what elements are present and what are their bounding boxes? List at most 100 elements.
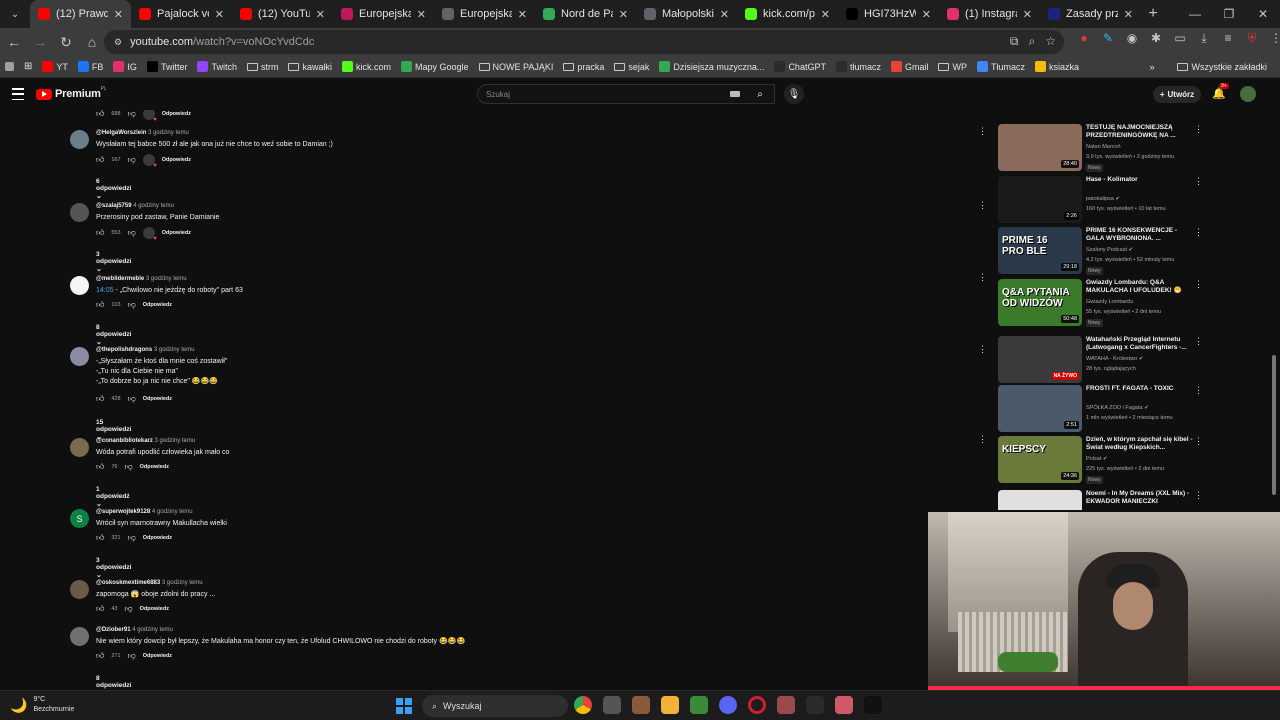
sidebar-panel-icon[interactable]: ▭ — [1172, 30, 1188, 46]
related-video[interactable]: PRIME 16 PRO BLE 29:18 PRIME 16 KONSEKWENC… — [998, 227, 1208, 275]
file-explorer-icon[interactable] — [661, 696, 679, 714]
related-video[interactable]: KIEPSCY 24:36 Dzień, w którym zapchał się … — [998, 436, 1208, 484]
bookmark-item[interactable]: ksiazka — [1030, 61, 1084, 72]
reply-button[interactable]: Odpowiedz — [162, 230, 191, 236]
comment-avatar[interactable] — [70, 438, 89, 457]
forward-arrow-icon[interactable]: → — [28, 30, 52, 54]
tab-close-icon[interactable]: ✕ — [821, 8, 830, 21]
keyboard-icon[interactable] — [730, 91, 740, 97]
video-channel[interactable]: Natan Marcoń — [1086, 144, 1121, 150]
related-video[interactable]: Q&A PYTANIA OD WIDZÓW 50:48 Gwiazdy Lombar… — [998, 279, 1208, 327]
game-icon[interactable] — [632, 696, 650, 714]
taskbar-search[interactable]: ⌕ Wyszukaj — [422, 695, 568, 717]
comment-author[interactable]: @oskoskmextime6883 — [96, 580, 160, 586]
video-channel[interactable]: SPÓŁKA ZOO i Fagata ✔ — [1086, 405, 1149, 411]
browser-tab[interactable]: (12) YouTube ✕ — [232, 0, 333, 28]
more-options-icon[interactable]: ⋮ — [1194, 490, 1203, 501]
windows-start-icon[interactable] — [396, 698, 412, 714]
comment-time[interactable]: 3 godziny temu — [146, 130, 189, 136]
reply-button[interactable]: Odpowiedz — [143, 396, 172, 402]
discord-icon[interactable] — [719, 696, 737, 714]
bookmark-item[interactable]: Dzisiejsza muzyczna... — [654, 61, 769, 72]
comment-author[interactable]: @HelgaWorszlein — [96, 130, 146, 136]
cast-icon[interactable]: ⧉ — [1010, 34, 1019, 49]
video-thumbnail[interactable]: 2:51 — [998, 385, 1082, 432]
show-replies-button[interactable]: 6 odpowiedzi ⌄ — [96, 178, 131, 200]
show-replies-button[interactable]: 8 odpowiedzi ⌄ — [96, 324, 131, 346]
opera-icon[interactable] — [748, 696, 766, 714]
comment-author[interactable]: @thepolishdragons — [96, 347, 152, 353]
video-thumbnail[interactable]: 2:26 — [998, 176, 1082, 223]
bookmark-item[interactable]: Gmail — [886, 61, 934, 72]
more-options-icon[interactable]: ⋮ — [1194, 124, 1203, 135]
video-channel[interactable]: WATAHA - Krolestwo ✔ — [1086, 356, 1143, 362]
all-bookmarks-folder[interactable]: Wszystkie zakładki — [1172, 62, 1272, 72]
video-title[interactable]: FROSTI FT. FAGATA - TOXIC — [1086, 385, 1196, 393]
more-options-icon[interactable]: ⋮ — [1194, 436, 1203, 447]
video-title[interactable]: TESTUJĘ NAJMOCNIEJSZĄ PRZEDTRENINGÓWKĘ N… — [1086, 124, 1196, 140]
comment-time[interactable]: 3 godziny temu — [144, 276, 187, 282]
video-channel[interactable]: Gwiazdy Lombardu — [1086, 299, 1133, 305]
video-thumbnail[interactable]: NA ŻYWO — [998, 336, 1082, 383]
comment-time[interactable]: 4 godziny temu — [132, 203, 174, 209]
more-options-icon[interactable]: ⋮ — [1194, 279, 1203, 290]
bookmark-item[interactable]: pracka — [558, 62, 609, 72]
streamlabs-icon[interactable] — [835, 696, 853, 714]
address-bar[interactable]: ⚙ youtube.com/watch?v=voNOcYvdCdc ⧉ ⌕ ☆ — [104, 30, 1064, 54]
video-channel[interactable]: patokalipsa ✔ — [1086, 196, 1120, 202]
bookmark-item[interactable]: WP — [933, 62, 972, 72]
dislike-icon[interactable]: 👎︎ — [128, 300, 136, 310]
obs-icon[interactable] — [806, 696, 824, 714]
dislike-icon[interactable]: 👎︎ — [128, 155, 136, 165]
comment-author[interactable]: @meblidermeble — [96, 276, 144, 282]
comment-author[interactable]: @superwojtek9128 — [96, 509, 150, 515]
comment-timestamp-link[interactable]: 14:05 — [96, 287, 114, 294]
tab-close-icon[interactable]: ✕ — [1023, 8, 1032, 21]
dislike-icon[interactable]: 👎︎ — [128, 110, 136, 119]
bookmark-item[interactable]: FB — [73, 61, 109, 72]
video-thumbnail[interactable]: PRIME 16 PRO BLE 29:18 — [998, 227, 1082, 274]
youtube-logo[interactable]: Premium PL — [36, 86, 107, 100]
search-input[interactable]: Szukaj — [477, 84, 775, 104]
back-arrow-icon[interactable]: ← — [2, 30, 26, 54]
dislike-icon[interactable]: 👎︎ — [128, 394, 136, 404]
like-icon[interactable]: 👍︎ — [96, 394, 104, 404]
browser-tab[interactable]: Małopolskim C ✕ — [636, 0, 737, 28]
notifications-bell-icon[interactable]: 🔔 — [1212, 87, 1226, 101]
show-replies-button[interactable]: 1 odpowiedź ⌄ — [96, 486, 130, 508]
tab-close-icon[interactable]: ✕ — [215, 8, 224, 21]
close-window-icon[interactable]: ✕ — [1246, 0, 1280, 28]
related-video[interactable]: 2:26 Hase - Kolimator patokalipsa ✔ 160 tys… — [998, 176, 1208, 224]
browser-tab[interactable]: Zasady przewo ✕ — [1040, 0, 1141, 28]
reply-button[interactable]: Odpowiedz — [143, 535, 172, 541]
browser-tab[interactable]: HGI73HzWMA ✕ — [838, 0, 939, 28]
video-title[interactable]: PRIME 16 KONSEKWENCJE - GALA WYBRONIONA.… — [1086, 227, 1196, 243]
like-icon[interactable]: 👍︎ — [96, 228, 104, 238]
new-tab-button[interactable]: + — [1141, 5, 1165, 23]
bookmark-item[interactable]: Twitch — [192, 61, 242, 72]
settings-icon[interactable] — [603, 696, 621, 714]
related-video[interactable]: 2:51 FROSTI FT. FAGATA - TOXIC SPÓŁKA ZOO … — [998, 385, 1208, 433]
bookmark-item[interactable]: ChatGPT — [769, 61, 831, 72]
bookmark-item[interactable]: YT — [37, 61, 73, 72]
more-options-icon[interactable]: ⋮ — [1194, 176, 1203, 187]
dislike-icon[interactable]: 👎︎ — [128, 228, 136, 238]
comment-time[interactable]: 3 godziny temu — [152, 347, 195, 353]
hamburger-menu-icon[interactable] — [12, 88, 24, 100]
related-video[interactable]: Noemi - In My Dreams (XXL Mix) - EKWADOR… — [998, 490, 1208, 510]
microphone-icon[interactable]: 🎙 — [784, 84, 804, 104]
comment-time[interactable]: 4 godziny temu — [150, 509, 193, 515]
comment-time[interactable]: 4 godziny temu — [131, 627, 173, 633]
vpn-extension-icon[interactable]: ◉ — [1124, 30, 1140, 46]
zoom-icon[interactable]: ⌕ — [1029, 34, 1036, 49]
site-info-icon[interactable]: ⚙ — [114, 37, 122, 48]
like-icon[interactable]: 👍︎ — [96, 462, 104, 472]
bookmarks-overflow-icon[interactable]: » — [1149, 62, 1154, 72]
like-icon[interactable]: 👍︎ — [96, 533, 104, 543]
like-icon[interactable]: 👍︎ — [96, 155, 104, 165]
video-thumbnail[interactable]: 28:40 — [998, 124, 1082, 171]
video-title[interactable]: Hase - Kolimator — [1086, 176, 1196, 184]
browser-menu-icon[interactable]: ⋮ — [1268, 30, 1280, 46]
comment-avatar[interactable] — [70, 627, 89, 646]
dislike-icon[interactable]: 👎︎ — [128, 651, 136, 661]
